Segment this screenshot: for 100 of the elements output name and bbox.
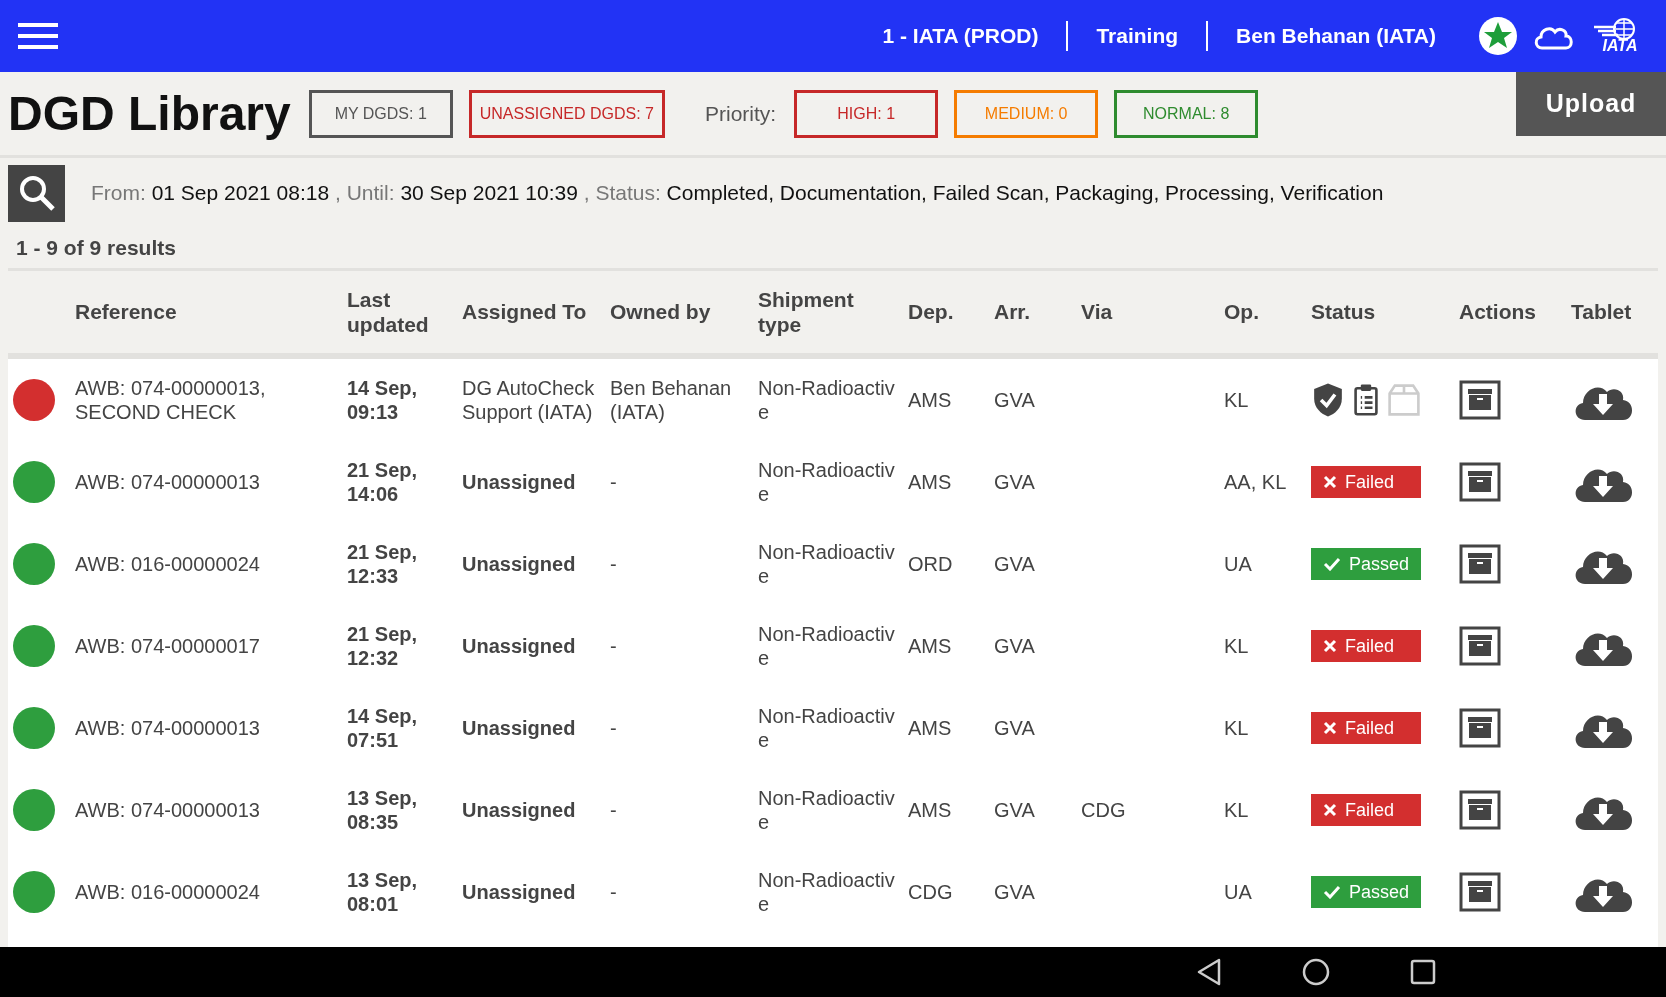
arrival-cell-text: GVA: [994, 880, 1036, 904]
status-badge: Failed: [1311, 466, 1421, 498]
arrival-cell-text: GVA: [994, 716, 1036, 740]
status-badge: Failed: [1311, 712, 1421, 744]
archive-icon: [1459, 380, 1501, 420]
filter-summary: From: 01 Sep 2021 08:18 , Until: 30 Sep 2021 10:39 , Status: Completed, Documentation, Failed Scan, Packaging, Processing, Verification: [91, 181, 1384, 205]
departure-cell-text: AMS: [908, 470, 953, 494]
date-cell-text: 13 Sep, 08:01: [347, 868, 419, 916]
recents-icon[interactable]: [1410, 959, 1436, 985]
assignee-cell-text: Unassigned: [462, 880, 577, 904]
shipment-type-cell-text: Non-Radioactive: [758, 622, 896, 670]
arrival-cell-text: GVA: [994, 388, 1036, 412]
owner-cell-text: -: [610, 716, 618, 740]
owner-cell-text: -: [610, 552, 618, 576]
mode-label[interactable]: Training: [1068, 24, 1207, 48]
date-cell-text: 14 Sep, 07:51: [347, 704, 419, 752]
operator-cell-text: KL: [1224, 634, 1250, 658]
assignee-cell-text: Unassigned: [462, 716, 577, 740]
owner-cell-text: Ben Behanan (IATA): [610, 376, 733, 424]
counter-filter[interactable]: UNASSIGNED DGDS: 7: [468, 89, 665, 138]
shipment-type-cell-text: Non-Radioactive: [758, 540, 896, 588]
back-icon[interactable]: [1196, 958, 1222, 986]
archive-icon: [1459, 708, 1501, 748]
arrival-cell-text: GVA: [994, 470, 1036, 494]
upload-button[interactable]: Upload: [1516, 71, 1666, 136]
priority-filter[interactable]: NORMAL: 8: [1114, 89, 1259, 138]
owner-cell-text: -: [610, 634, 618, 658]
shipment-type-cell-text: Non-Radioactive: [758, 786, 896, 834]
column-header: Arr.: [994, 299, 1032, 325]
assignee-cell-text: Unassigned: [462, 798, 577, 822]
arrival-cell-text: GVA: [994, 798, 1036, 822]
shipment-type-cell-text: Non-Radioactive: [758, 458, 896, 506]
results-count: 1 - 9 of 9 results: [16, 236, 176, 259]
shipment-type-cell-text: Non-Radioactive: [758, 376, 896, 424]
search-button[interactable]: [8, 164, 65, 222]
priority-label: Priority:: [705, 101, 777, 126]
column-header: Actions: [1459, 299, 1537, 325]
reference-cell-text: AWB: 016-00000024: [75, 880, 261, 904]
column-header: Tablet: [1571, 299, 1633, 325]
archive-icon: [1459, 790, 1501, 830]
reference-cell-text: AWB: 016-00000024: [75, 552, 261, 576]
operator-cell-text: KL: [1224, 798, 1250, 822]
operator-cell-text: UA: [1224, 880, 1253, 904]
date-cell-text: 21 Sep, 12:33: [347, 540, 419, 588]
shipment-type-cell-text: Non-Radioactive: [758, 704, 896, 752]
home-icon[interactable]: [1302, 958, 1330, 986]
archive-icon: [1459, 626, 1501, 666]
column-header: Status: [1311, 299, 1377, 325]
operator-cell-text: KL: [1224, 716, 1250, 740]
reference-cell-text: AWB: 074-00000013, SECOND CHECK: [75, 376, 267, 424]
page-title: DGD Library: [8, 86, 291, 141]
via-cell-text: CDG: [1081, 798, 1127, 822]
organization-label[interactable]: 1 - IATA (PROD): [854, 24, 1067, 48]
reference-cell-text: AWB: 074-00000013: [75, 798, 261, 822]
archive-icon: [1459, 872, 1501, 912]
departure-cell-text: AMS: [908, 388, 953, 412]
shipment-type-cell-text: Non-Radioactive: [758, 868, 896, 916]
status-badge: Failed: [1311, 794, 1421, 826]
status-badge: Passed: [1311, 876, 1421, 908]
column-header: Assigned To: [462, 299, 588, 325]
date-cell-text: 14 Sep, 09:13: [347, 376, 419, 424]
owner-cell-text: -: [610, 880, 618, 904]
operator-cell-text: KL: [1224, 388, 1250, 412]
column-header: Last updated: [347, 286, 430, 338]
column-header: Shipment type: [758, 286, 855, 338]
departure-cell-text: ORD: [908, 552, 954, 576]
owner-cell-text: -: [610, 798, 618, 822]
owner-cell-text: -: [610, 470, 618, 494]
date-cell-text: 21 Sep, 14:06: [347, 458, 419, 506]
departure-cell-text: AMS: [908, 798, 953, 822]
column-header: Op.: [1224, 299, 1260, 325]
departure-cell-text: CDG: [908, 880, 954, 904]
assignee-cell-text: DG AutoCheck Support (IATA): [462, 376, 596, 424]
reference-cell-text: AWB: 074-00000017: [75, 634, 261, 658]
date-cell-text: 13 Sep, 08:35: [347, 786, 419, 834]
status-badge: Failed: [1311, 630, 1421, 662]
arrival-cell-text: GVA: [994, 552, 1036, 576]
arrival-cell-text: GVA: [994, 634, 1036, 658]
search-icon: [17, 174, 56, 212]
column-header: Reference: [75, 299, 178, 325]
date-cell-text: 21 Sep, 12:32: [347, 622, 419, 670]
user-name[interactable]: Ben Behanan (IATA): [1208, 24, 1464, 48]
reference-cell-text: AWB: 074-00000013: [75, 716, 261, 740]
reference-cell-text: AWB: 074-00000013: [75, 470, 261, 494]
priority-filter[interactable]: HIGH: 1: [794, 89, 939, 138]
departure-cell-text: AMS: [908, 716, 953, 740]
departure-cell-text: AMS: [908, 634, 953, 658]
archive-icon: [1459, 544, 1501, 584]
logo-text: IATA: [1602, 38, 1638, 54]
status-badge: Passed: [1311, 548, 1421, 580]
column-header: Via: [1081, 299, 1114, 325]
column-header: Owned by: [610, 299, 712, 325]
assignee-cell-text: Unassigned: [462, 552, 577, 576]
operator-cell-text: UA: [1224, 552, 1253, 576]
assignee-cell-text: Unassigned: [462, 470, 577, 494]
counter-filter[interactable]: MY DGDS: 1: [308, 89, 453, 138]
assignee-cell-text: Unassigned: [462, 634, 577, 658]
archive-icon: [1459, 462, 1501, 502]
operator-cell-text: AA, KL: [1224, 470, 1288, 494]
menu-icon[interactable]: [18, 22, 58, 50]
